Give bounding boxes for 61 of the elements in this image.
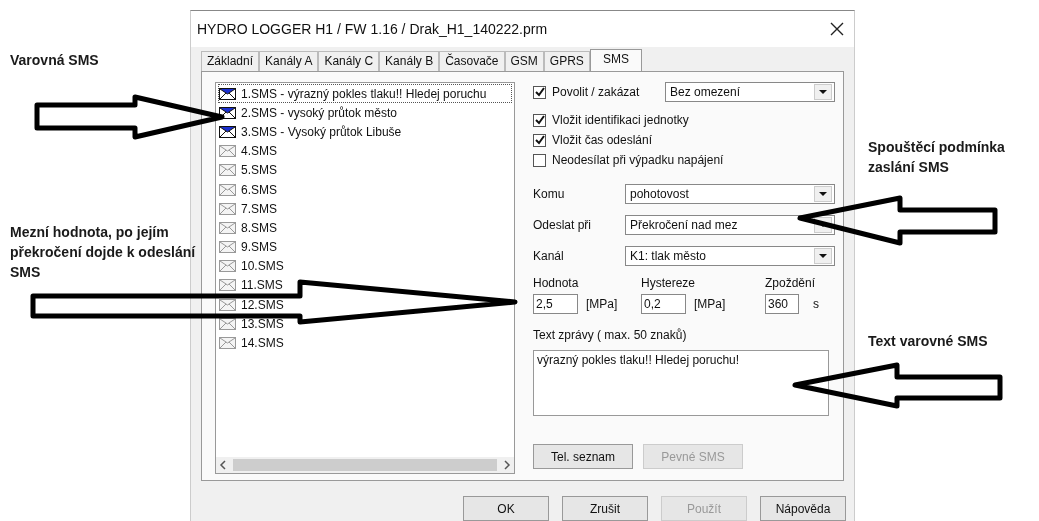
tab[interactable]: Základní [201, 51, 260, 71]
scroll-left-icon[interactable] [219, 460, 227, 470]
window-title: HYDRO LOGGER H1 / FW 1.16 / Drak_H1_140222.prm [197, 21, 548, 37]
input-field[interactable]: 360 [765, 294, 799, 314]
sms-list-item[interactable]: 3.SMS - Vysoký průtok Libuše [218, 122, 512, 142]
sms-list-item[interactable]: 14.SMS [218, 333, 512, 353]
field-label: Hystereze [641, 276, 697, 290]
field-label: Zpoždění [765, 276, 817, 290]
sms-list-item[interactable]: 6.SMS [218, 179, 512, 200]
message-text-area[interactable]: výrazný pokles tlaku!! Hledej poruchu! [533, 350, 829, 416]
tab[interactable]: GPRS [543, 51, 590, 71]
unit-label: [MPa] [694, 297, 726, 311]
annotation-label: Varovná SMS [10, 51, 100, 70]
button[interactable]: Zrušit [562, 496, 648, 521]
dropdown[interactable]: Překročení nad mez [625, 215, 835, 235]
tab[interactable]: Časovače [439, 51, 505, 71]
checkbox[interactable] [533, 113, 546, 127]
tab[interactable]: Kanály C [318, 51, 380, 71]
sms-list-item[interactable]: 9.SMS [218, 237, 512, 257]
unit-label: [MPa] [586, 297, 618, 311]
button[interactable]: Tel. seznam [533, 444, 633, 469]
checkbox-label: Vložit čas odeslání [552, 133, 653, 147]
close-icon[interactable] [830, 22, 844, 36]
tab[interactable]: GSM [504, 51, 544, 71]
field-label: Kanál [533, 249, 564, 263]
sms-list-item[interactable]: 4.SMS [218, 141, 512, 161]
checkbox[interactable] [533, 153, 546, 167]
scroll-right-icon[interactable] [503, 460, 511, 470]
checkbox[interactable] [533, 133, 546, 147]
dropdown[interactable]: pohotovost [625, 184, 835, 204]
sms-list-item[interactable]: 8.SMS [218, 218, 512, 238]
field-label: Text zprávy ( max. 50 znaků) [533, 328, 688, 342]
sms-list-item[interactable]: 12.SMS [218, 295, 512, 315]
sms-list-item[interactable]: 2.SMS - vysoký průtok město [218, 103, 512, 123]
tab[interactable]: SMS [589, 49, 642, 71]
checkbox-label: Povolit / zakázat [552, 85, 640, 99]
checkbox-label: Vložit identifikaci jednotky [552, 113, 689, 127]
sms-list-item[interactable]: 10.SMS [218, 256, 512, 276]
button[interactable]: Nápověda [760, 496, 846, 521]
annotation-label: Text varovné SMS [868, 332, 989, 351]
field-label: Komu [533, 187, 565, 201]
horizontal-scrollbar[interactable] [216, 457, 514, 473]
input-field[interactable]: 0,2 [641, 294, 686, 314]
button[interactable]: OK [463, 496, 549, 521]
field-label: Hodnota [533, 276, 580, 290]
annotation-label: Spouštěcí podmínka zaslání SMS [868, 138, 1006, 177]
sms-list-item[interactable]: 1.SMS - výrazný pokles tlaku!! Hledej poruchu [218, 84, 512, 104]
sms-list-item[interactable]: 7.SMS [218, 199, 512, 219]
sms-list-item[interactable]: 11.SMS [218, 275, 512, 296]
checkbox-label: Neodesílat při výpadku napájení [552, 153, 724, 167]
checkbox[interactable] [533, 85, 546, 99]
annotation-label: Mezní hodnota, po jejím překročení dojde k odeslání SMS [10, 223, 197, 282]
dropdown[interactable]: K1: tlak město [625, 246, 835, 266]
sms-list-item[interactable]: 5.SMS [218, 160, 512, 180]
tab[interactable]: Kanály A [259, 51, 319, 71]
sms-list-item[interactable]: 13.SMS [218, 314, 512, 334]
unit-label: s [813, 297, 819, 311]
tab[interactable]: Kanály B [379, 51, 440, 71]
input-field[interactable]: 2,5 [533, 294, 578, 314]
dropdown[interactable]: Bez omezení [665, 82, 835, 102]
field-label: Odeslat při [533, 218, 592, 232]
